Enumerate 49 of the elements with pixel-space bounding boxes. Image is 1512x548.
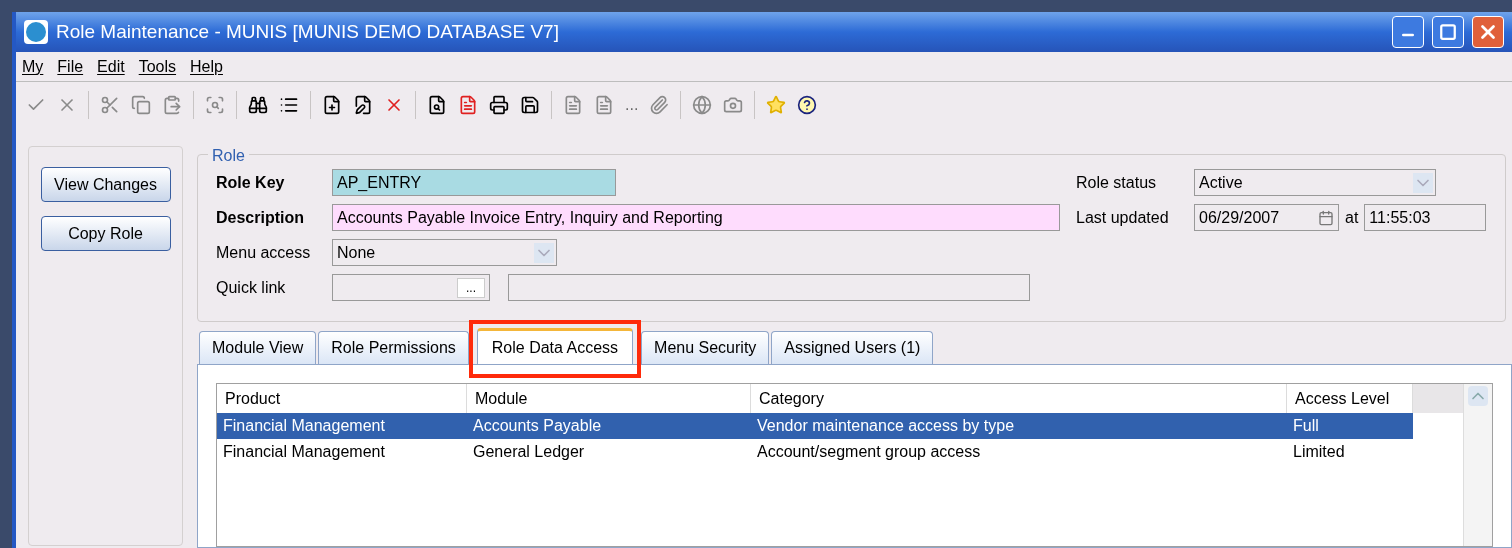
minimize-button[interactable] — [1392, 16, 1424, 48]
menu-item[interactable]: My — [22, 54, 44, 79]
table-row[interactable]: Financial Management General Ledger Account/segment group access Limited — [217, 439, 1413, 465]
table-cell-text: Limited — [1292, 442, 1346, 462]
role-key-field[interactable]: AP_ENTRY — [332, 169, 616, 196]
maximize-icon — [1439, 23, 1457, 41]
more-button[interactable]: ... — [621, 93, 643, 117]
scroll-up-icon — [1468, 386, 1488, 406]
field-label: Quick link — [216, 277, 287, 298]
menu-access-dropdown[interactable]: None — [332, 239, 557, 266]
tab[interactable]: Role Data Access — [476, 328, 634, 364]
field-label: Menu access — [216, 242, 312, 263]
role-status-dropdown[interactable]: Active — [1194, 169, 1436, 196]
dropdown-icon — [534, 242, 554, 263]
close-button[interactable] — [1472, 16, 1504, 48]
side-button[interactable]: Copy Role — [40, 216, 171, 251]
menu-item[interactable]: Edit — [97, 54, 125, 79]
table-cell-text: Financial Management — [222, 416, 386, 436]
tab[interactable]: Menu Security — [641, 331, 770, 364]
at-label: at — [1345, 207, 1359, 228]
side-button[interactable]: View Changes — [40, 167, 171, 202]
tab[interactable]: Assigned Users (1) — [771, 331, 934, 364]
dropdown-icon — [1413, 172, 1433, 193]
table-row[interactable]: Financial Management Accounts Payable Vendor maintenance access by type Full — [217, 413, 1413, 439]
field-label: Role status — [1076, 172, 1158, 193]
table-cell-text: Financial Management — [222, 442, 386, 462]
description-field[interactable]: Accounts Payable Invoice Entry, Inquiry and Reporting — [332, 204, 1060, 231]
browse-button[interactable]: ... — [457, 277, 485, 298]
date-field[interactable]: 06/29/2007 — [1194, 204, 1339, 231]
menu-item[interactable]: Tools — [138, 54, 177, 79]
calendar-icon — [1318, 209, 1334, 226]
menu-item[interactable]: Help — [190, 54, 223, 79]
table-cell-text: Accounts Payable — [472, 416, 603, 436]
menu-item[interactable]: File — [57, 54, 84, 79]
table-cell-text: Vendor maintenance access by type — [756, 416, 1016, 436]
maximize-button[interactable] — [1432, 16, 1464, 48]
table-cell-text: General Ledger — [472, 442, 586, 462]
field-label: Description — [216, 207, 305, 228]
tab[interactable]: Module View — [199, 331, 317, 364]
quick-link-field[interactable]: ... — [332, 274, 490, 301]
field-label: Role Key — [216, 172, 286, 193]
window-title: Role Maintenance - MUNIS [MUNIS DEMO DATABASE V7] — [56, 19, 559, 44]
text-field[interactable] — [508, 274, 1030, 301]
time-field[interactable]: 11:55:03 — [1364, 204, 1487, 231]
tab[interactable]: Role Permissions — [318, 331, 469, 364]
table-cell-text: Full — [1292, 416, 1320, 436]
field-label: Last updated — [1076, 207, 1170, 228]
app-logo-icon — [24, 20, 48, 44]
table-cell-text: Account/segment group access — [756, 442, 982, 462]
